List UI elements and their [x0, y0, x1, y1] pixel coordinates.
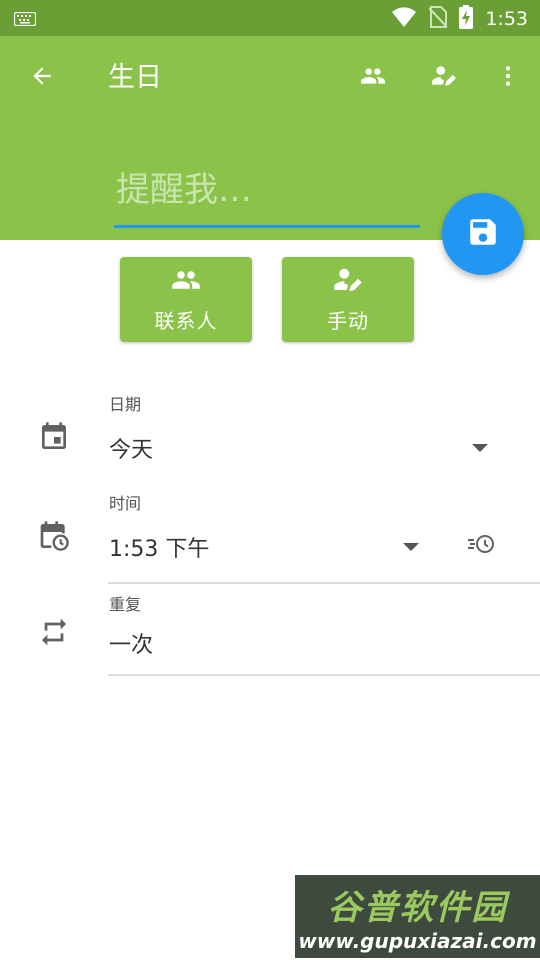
no-sim-icon [428, 6, 449, 32]
chevron-down-icon [472, 444, 488, 452]
contacts-chip-button[interactable]: 联系人 [120, 257, 252, 342]
repeat-icon [36, 614, 72, 650]
reminder-placeholder: 提醒我… [116, 170, 252, 210]
more-vert-icon [495, 63, 521, 93]
time-divider [108, 582, 540, 584]
back-button[interactable] [24, 60, 60, 96]
wifi-icon [391, 6, 417, 32]
date-dropdown[interactable]: 今天 [108, 425, 498, 471]
time-dropdown[interactable]: 1:53 下午 [108, 524, 428, 570]
reminder-text-input[interactable]: 提醒我… [114, 148, 420, 228]
battery-charging-icon [459, 5, 474, 33]
watermark-title: 谷普软件园 [327, 888, 508, 928]
manual-chip-button[interactable]: 手动 [282, 257, 414, 342]
contacts-button[interactable] [355, 60, 391, 96]
edit-person-icon [431, 63, 457, 93]
repeat-selector[interactable]: 一次 [108, 620, 508, 666]
status-bar: 1:53 [0, 0, 540, 36]
watermark-url: www.gupuxiazai.com [298, 929, 537, 953]
manual-chip-label: 手动 [327, 309, 369, 333]
save-icon [466, 215, 500, 253]
calendar-clock-icon [36, 518, 72, 554]
date-value: 今天 [109, 438, 154, 463]
status-time: 1:53 [485, 8, 528, 30]
people-icon [360, 63, 386, 93]
time-history-button[interactable] [464, 530, 500, 562]
history-icon [467, 532, 497, 560]
keyboard-icon [13, 11, 37, 30]
date-label: 日期 [109, 395, 142, 414]
time-label: 时间 [109, 494, 142, 513]
repeat-label: 重复 [109, 595, 142, 614]
repeat-divider [108, 674, 540, 676]
watermark-logo: 谷普软件园 www.gupuxiazai.com [295, 875, 540, 958]
more-options-button[interactable] [490, 60, 526, 96]
edit-person-icon [333, 265, 363, 299]
manual-edit-button[interactable] [426, 60, 462, 96]
time-value: 1:53 下午 [109, 537, 210, 562]
people-icon [171, 265, 201, 299]
arrow-back-icon [29, 63, 55, 93]
save-button[interactable] [442, 193, 524, 275]
repeat-value: 一次 [109, 633, 154, 658]
contacts-chip-label: 联系人 [154, 309, 218, 333]
calendar-icon [36, 419, 72, 455]
page-title: 生日 [108, 62, 162, 93]
chevron-down-icon [403, 543, 419, 551]
